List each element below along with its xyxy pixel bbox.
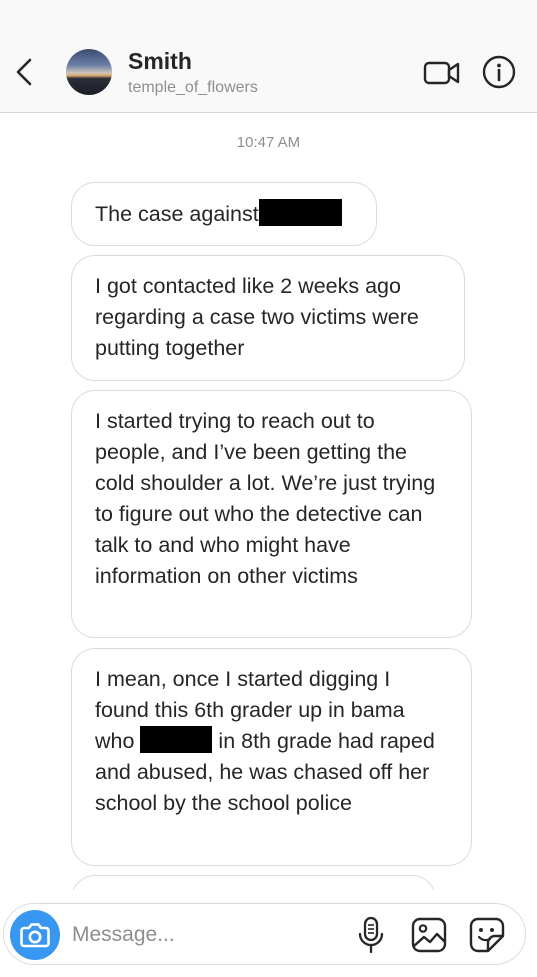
message-thread[interactable]: The case against I got contacted like 2 … [0, 114, 537, 890]
message-composer [3, 903, 526, 965]
chat-header: Smith temple_of_flowers [0, 0, 537, 113]
contact-username[interactable]: temple_of_flowers [128, 77, 258, 99]
redaction-block [140, 726, 213, 753]
message-text: The case against [95, 202, 259, 226]
message-bubble-partial[interactable] [71, 875, 436, 890]
contact-name[interactable]: Smith [128, 47, 258, 75]
video-camera-icon[interactable] [423, 57, 461, 89]
microphone-icon[interactable] [356, 915, 386, 955]
contact-title-block[interactable]: Smith temple_of_flowers [128, 47, 258, 99]
redaction-block [258, 199, 342, 226]
dm-screen: Smith temple_of_flowers 10:47 AM The cas… [0, 0, 537, 977]
avatar[interactable] [66, 49, 112, 95]
message-bubble[interactable]: I started trying to reach out to people,… [71, 390, 472, 638]
info-icon[interactable] [482, 55, 516, 89]
camera-button[interactable] [10, 910, 60, 960]
message-bubble[interactable]: I got contacted like 2 weeks ago regardi… [71, 255, 465, 381]
camera-icon [20, 923, 50, 948]
message-bubble[interactable]: I mean, once I started digging I found t… [71, 648, 472, 866]
message-text: I started trying to reach out to people,… [95, 409, 436, 588]
message-text: I got contacted like 2 weeks ago regardi… [95, 274, 419, 360]
back-icon[interactable] [12, 54, 38, 90]
gallery-icon[interactable] [410, 916, 448, 954]
message-bubble[interactable]: The case against [71, 182, 377, 246]
sticker-icon[interactable] [468, 916, 506, 954]
message-input[interactable] [72, 918, 342, 952]
